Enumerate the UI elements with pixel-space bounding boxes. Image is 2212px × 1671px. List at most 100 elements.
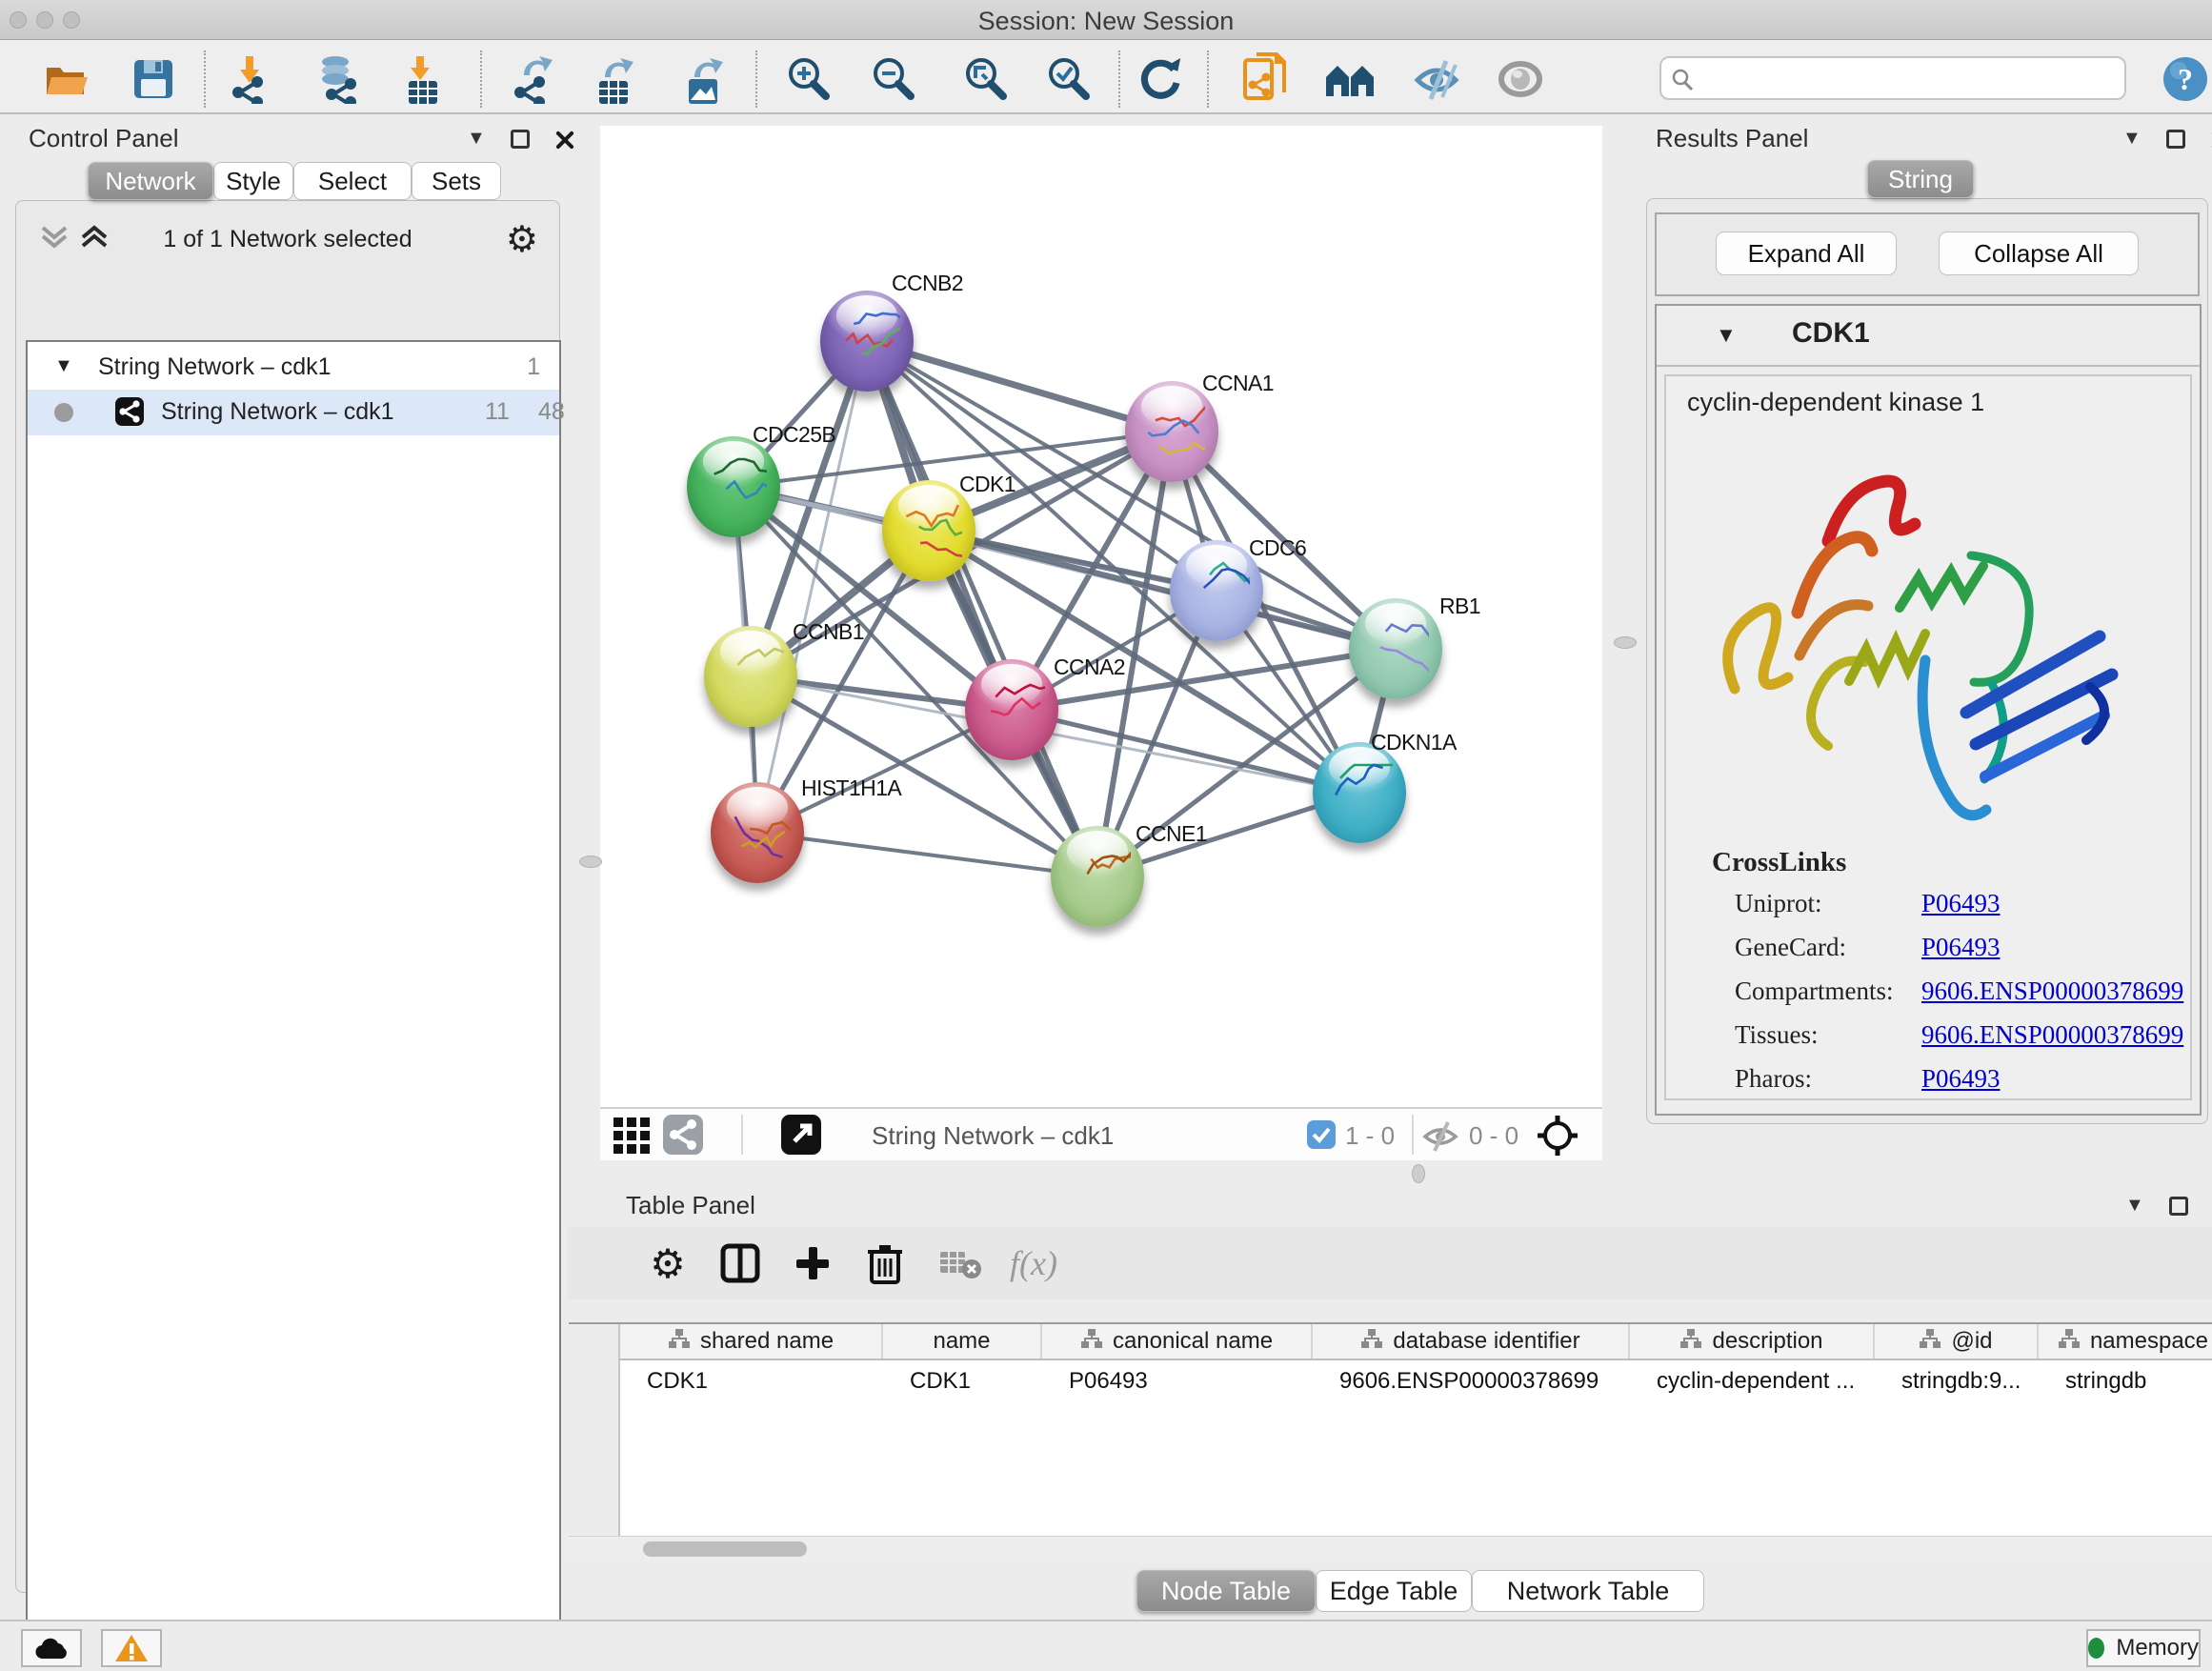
crosslink-link[interactable]: 9606.ENSP00000378699 — [1921, 1020, 2183, 1050]
crosslink-row: GeneCard:P06493 — [1735, 933, 2173, 962]
gene-section-header[interactable]: ▼ CDK1 — [1657, 306, 2200, 367]
warnings-button[interactable] — [101, 1629, 162, 1667]
expand-all-button[interactable]: Expand All — [1716, 232, 1897, 275]
scrollbar-thumb[interactable] — [643, 1541, 807, 1557]
horizontal-scrollbar[interactable] — [569, 1536, 2212, 1560]
zoom-out-button[interactable] — [868, 54, 917, 104]
string-import-button[interactable] — [1241, 54, 1291, 104]
gear-icon[interactable]: ⚙ — [506, 218, 538, 261]
network-share-icon[interactable] — [663, 1115, 703, 1155]
table-cell[interactable]: P06493 — [1042, 1362, 1313, 1400]
import-table-button[interactable] — [397, 54, 447, 104]
selected-checkbox-icon[interactable] — [1307, 1120, 1336, 1149]
right-splitter-handle[interactable] — [1614, 636, 1637, 649]
node-CCNB2[interactable] — [820, 291, 914, 392]
panel-collapse-icon[interactable]: ▼ — [2125, 1195, 2144, 1217]
panel-float-icon[interactable] — [2169, 1197, 2188, 1216]
table-cell[interactable]: 9606.ENSP00000378699 — [1313, 1362, 1630, 1400]
tab-style[interactable]: Style — [213, 162, 293, 200]
panel-collapse-icon[interactable]: ▼ — [467, 128, 486, 150]
help-button[interactable]: ? — [2161, 54, 2210, 104]
zoom-selected-button[interactable] — [1043, 54, 1093, 104]
column-header-id[interactable]: @id — [1875, 1324, 2039, 1359]
crosslink-link[interactable]: P06493 — [1921, 889, 2001, 918]
node-CCNE1[interactable] — [1051, 826, 1144, 927]
apply-layout-button[interactable] — [1136, 54, 1185, 104]
bottom-splitter-handle[interactable] — [1412, 1164, 1425, 1183]
tab-edge-table[interactable]: Edge Table — [1316, 1570, 1472, 1612]
node-RB1[interactable] — [1349, 598, 1442, 699]
save-icon — [132, 58, 174, 100]
node-CCNA2[interactable] — [965, 659, 1058, 760]
left-splitter-handle[interactable] — [579, 856, 602, 868]
trash-icon[interactable] — [860, 1238, 910, 1288]
crosslink-link[interactable]: P06493 — [1921, 1064, 2001, 1094]
edge-CDK1-RB1[interactable] — [929, 531, 1396, 649]
column-header-name[interactable]: name — [883, 1324, 1042, 1359]
node-HIST1H1A[interactable] — [711, 782, 804, 883]
network-canvas[interactable]: CCNB2CCNA1CDC25BCDK1CDC6RB1CCNB1CCNA2CDK… — [600, 126, 1602, 1160]
table-row[interactable]: CDK1CDK1P064939606.ENSP00000378699cyclin… — [620, 1362, 2212, 1400]
table-panel-title: Table Panel — [626, 1191, 755, 1220]
crosslink-link[interactable]: 9606.ENSP00000378699 — [1921, 976, 2183, 1006]
import-network-file-button[interactable] — [226, 54, 275, 104]
add-icon[interactable] — [788, 1238, 837, 1288]
tab-node-table[interactable]: Node Table — [1136, 1570, 1316, 1612]
export-image-button[interactable] — [679, 54, 729, 104]
network-row-selected[interactable]: String Network – cdk1 11 48 — [28, 390, 559, 435]
column-header-canonicalname[interactable]: canonical name — [1042, 1324, 1313, 1359]
column-header-description[interactable]: description — [1630, 1324, 1875, 1359]
section-collapse-icon[interactable]: ▼ — [1716, 323, 1737, 348]
tab-select[interactable]: Select — [293, 162, 412, 200]
import-network-database-button[interactable] — [314, 54, 364, 104]
column-header-sharedname[interactable]: shared name — [620, 1324, 883, 1359]
zoom-in-button[interactable] — [783, 54, 833, 104]
column-label: name — [933, 1328, 990, 1355]
export-table-button[interactable] — [590, 54, 639, 104]
tab-network[interactable]: Network — [88, 162, 213, 200]
crosslink-link[interactable]: P06493 — [1921, 933, 2001, 962]
crosslink-row: Pharos:P06493 — [1735, 1064, 2173, 1094]
table-cell[interactable]: stringdb — [2039, 1362, 2212, 1400]
node-CDC25B[interactable] — [687, 436, 780, 537]
collapse-all-button[interactable]: Collapse All — [1939, 232, 2139, 275]
node-CDKN1A[interactable] — [1313, 742, 1406, 843]
panel-collapse-icon[interactable]: ▼ — [2122, 128, 2142, 150]
search-input[interactable] — [1703, 62, 2113, 94]
save-session-button[interactable] — [129, 54, 178, 104]
column-label: namespace — [2090, 1328, 2208, 1355]
panel-float-icon[interactable] — [511, 130, 530, 149]
memory-button[interactable]: Memory — [2086, 1629, 2201, 1667]
table-cell[interactable]: cyclin-dependent ... — [1630, 1362, 1875, 1400]
node-CCNB1[interactable] — [704, 626, 797, 727]
panel-float-icon[interactable] — [2166, 130, 2185, 149]
tab-sets[interactable]: Sets — [412, 162, 501, 200]
tree-expand-icon[interactable]: ▼ — [54, 355, 73, 377]
edge-CCNB2-HIST1H1A[interactable] — [757, 341, 867, 833]
show-graphics-details-button[interactable] — [1496, 54, 1545, 104]
string-home-button[interactable] — [1324, 54, 1374, 104]
toolbar-separator — [1207, 50, 1209, 108]
tab-string[interactable]: String — [1867, 160, 1974, 198]
gear-icon[interactable]: ⚙ — [643, 1238, 693, 1288]
column-header-namespace[interactable]: namespace — [2039, 1324, 2212, 1359]
cloud-button[interactable] — [21, 1629, 82, 1667]
table-cell[interactable]: stringdb:9... — [1875, 1362, 2039, 1400]
network-collection-row[interactable]: ▼ String Network – cdk1 1 — [28, 348, 559, 390]
table-cell[interactable]: CDK1 — [620, 1362, 883, 1400]
zoom-fit-button[interactable] — [960, 54, 1010, 104]
tab-network-table[interactable]: Network Table — [1472, 1570, 1704, 1612]
panel-close-icon[interactable] — [554, 130, 573, 149]
columns-icon[interactable] — [715, 1238, 765, 1288]
column-header-databaseidentifier[interactable]: database identifier — [1313, 1324, 1630, 1359]
export-network-button[interactable] — [508, 54, 557, 104]
table-cell[interactable]: CDK1 — [883, 1362, 1042, 1400]
open-in-window-icon[interactable] — [781, 1115, 821, 1155]
edge-HIST1H1A-CCNE1[interactable] — [757, 833, 1097, 876]
crosshair-icon[interactable] — [1536, 1114, 1579, 1158]
show-hide-results-button[interactable] — [1414, 54, 1463, 104]
crosslink-label: Uniprot: — [1735, 889, 1822, 917]
birdseye-grid-icon[interactable] — [613, 1117, 650, 1154]
open-session-button[interactable] — [43, 54, 92, 104]
string-results-pane: Expand All Collapse All ▼ CDK1 cyclin-de… — [1646, 198, 2208, 1124]
